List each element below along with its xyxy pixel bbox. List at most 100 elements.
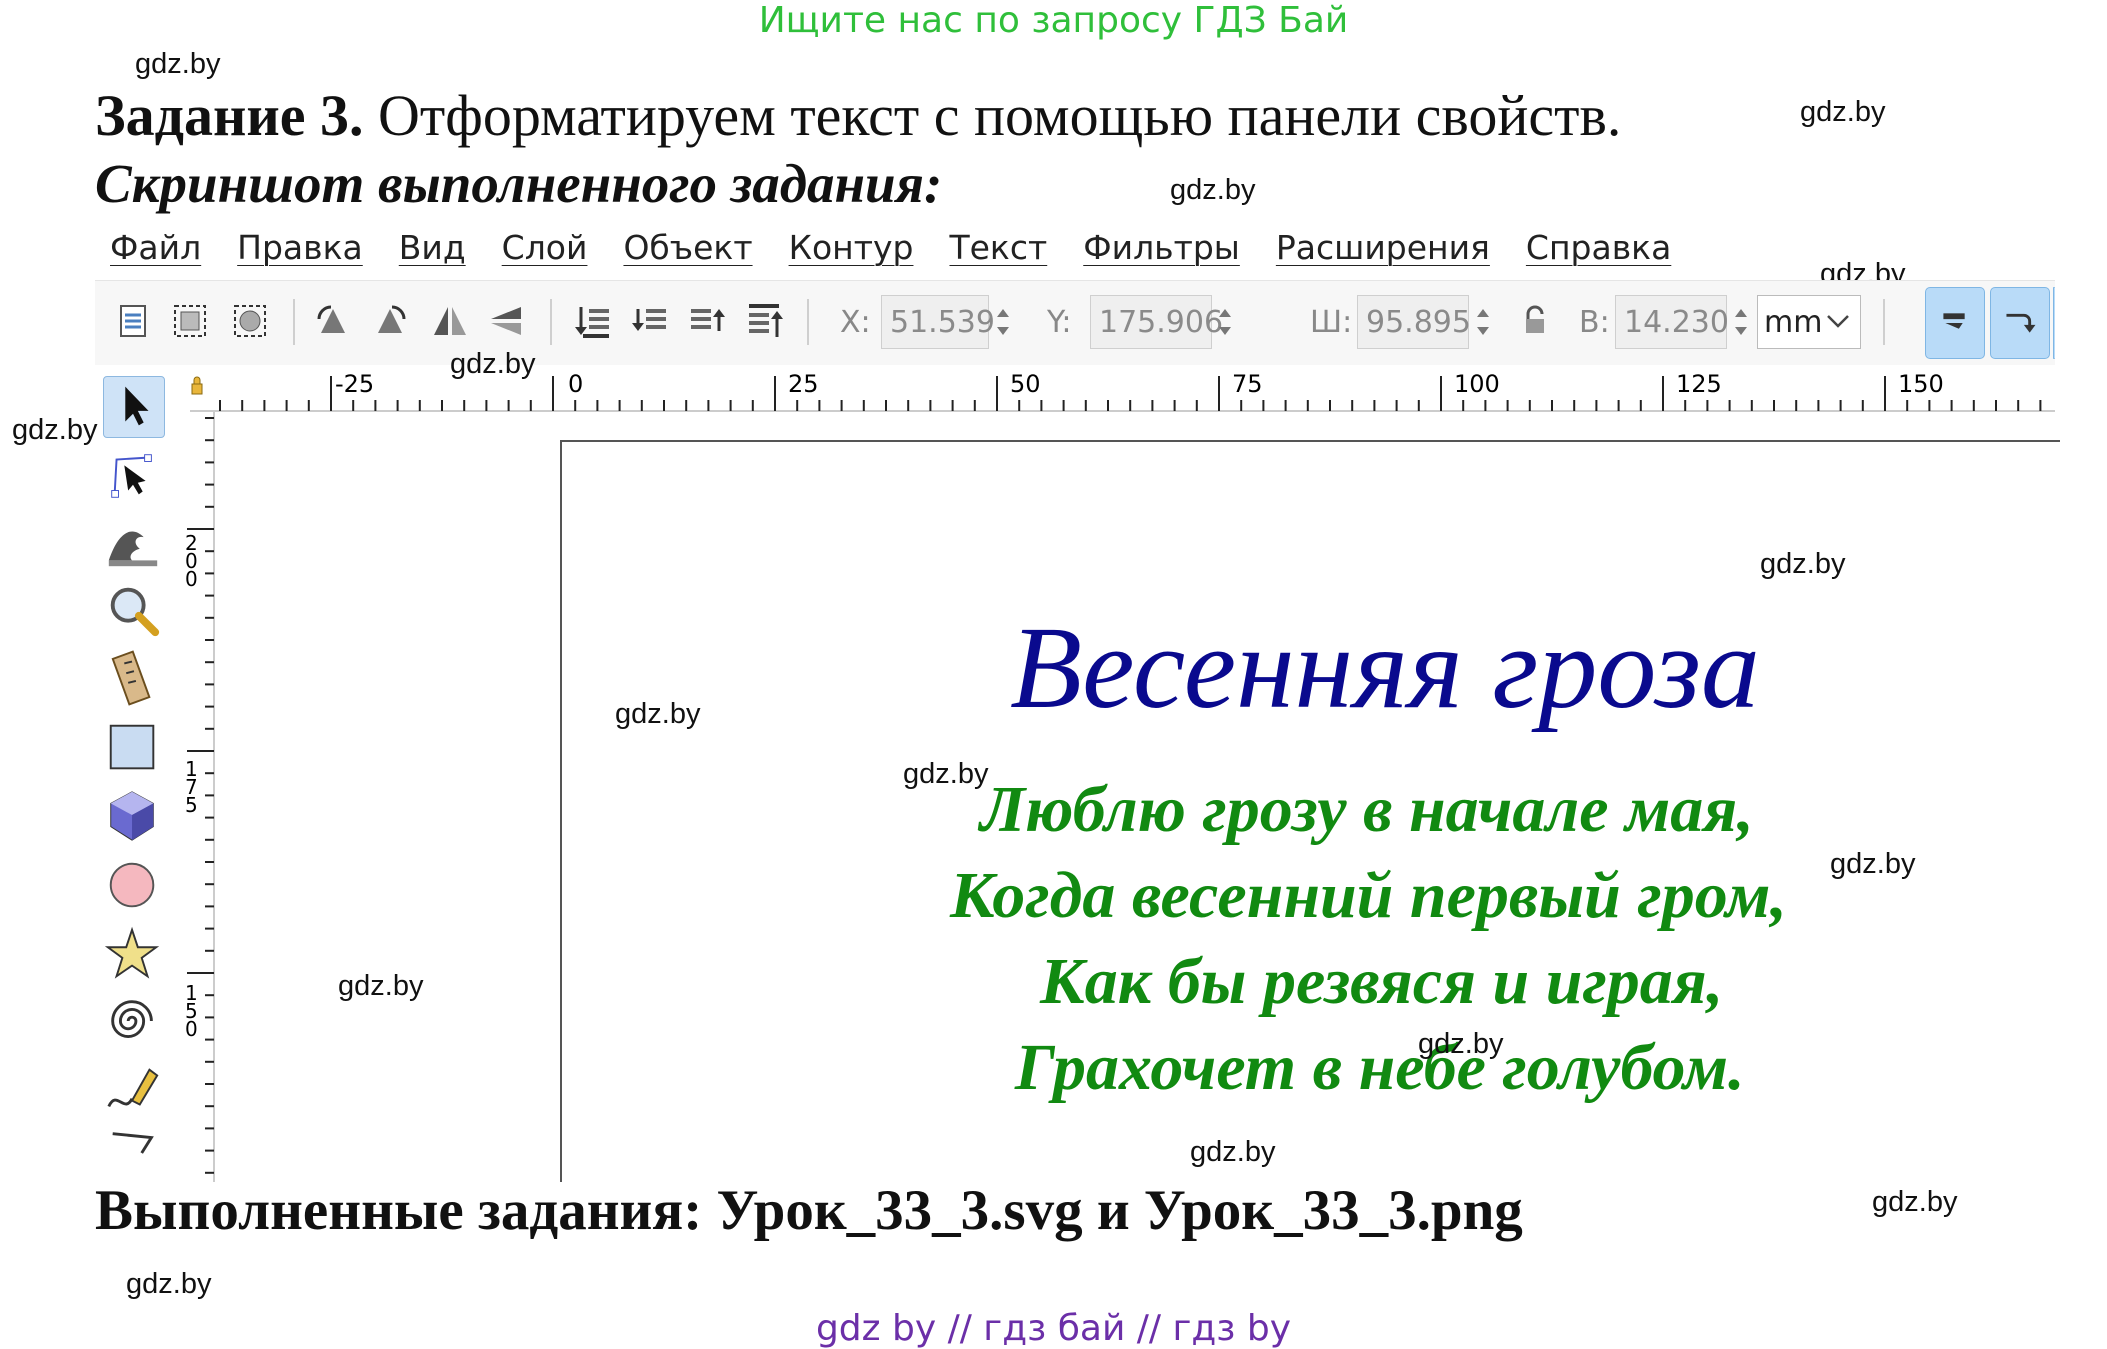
y-spinner-icon[interactable] <box>1213 295 1237 349</box>
watermark: gdz.by <box>338 970 424 1002</box>
menu-filters[interactable]: Фильтры <box>1083 228 1240 267</box>
lower-icon[interactable] <box>630 301 670 341</box>
watermark: gdz.by <box>1830 848 1916 880</box>
menu-object[interactable]: Объект <box>623 228 752 267</box>
menu-extensions[interactable]: Расширения <box>1276 228 1490 267</box>
pen-icon <box>112 1132 154 1154</box>
y-field[interactable]: 175.906 <box>1090 295 1223 349</box>
ruler-v-label: 200 <box>185 531 198 591</box>
spiral-tool-button[interactable] <box>103 992 165 1054</box>
width-field[interactable]: 95.895 <box>1357 295 1471 349</box>
poem-line[interactable]: Люблю грозу в начале мая, <box>980 772 1754 848</box>
tweak-tool-button[interactable] <box>103 512 165 574</box>
completed-files-line: Выполненные задания: Урок_33_3.svg и Уро… <box>95 1179 1523 1242</box>
ruler-h-label: 50 <box>1010 370 1041 398</box>
menu-view[interactable]: Вид <box>399 228 466 267</box>
lower-to-bottom-icon[interactable] <box>573 301 613 341</box>
scale-stroke-button[interactable] <box>1925 287 1985 359</box>
rotate-ccw-icon[interactable] <box>313 301 353 341</box>
deselect-icon[interactable] <box>230 301 270 341</box>
ruler-h-label: 150 <box>1898 370 1944 398</box>
h-label: В: <box>1579 305 1610 340</box>
poem-line[interactable]: Когда весенний первый гром, <box>950 858 1787 934</box>
watermark: gdz.by <box>12 414 98 446</box>
watermark: gdz.by <box>1190 1136 1276 1168</box>
ellipse-icon <box>109 862 155 908</box>
watermark: gdz.by <box>1800 96 1886 128</box>
selector-tool-button[interactable] <box>103 376 165 438</box>
scale-corners-button[interactable] <box>1990 287 2050 359</box>
scale-gradient-button[interactable] <box>2053 287 2055 359</box>
task-label: Задание 3. <box>95 83 364 148</box>
vertical-ruler: 200 175 150 <box>185 412 215 1182</box>
menu-help[interactable]: Справка <box>1526 228 1671 267</box>
scale-corners-icon <box>2006 313 2036 333</box>
ruler-h-label: -25 <box>335 370 375 398</box>
toolbar-separator <box>293 299 295 345</box>
w-label: Ш: <box>1310 305 1353 340</box>
task-text: Отформатируем текст с помощью панели сво… <box>363 83 1622 148</box>
node-editor-icon <box>111 454 152 498</box>
select-all-icon[interactable] <box>113 301 153 341</box>
x-field[interactable]: 51.539 <box>881 295 995 349</box>
poem-line[interactable]: Как бы резвяся и играя, <box>1040 944 1723 1020</box>
raise-icon[interactable] <box>687 301 727 341</box>
unit-value: mm <box>1764 305 1823 340</box>
x-spinner-icon[interactable] <box>991 295 1015 349</box>
rotate-cw-icon[interactable] <box>370 301 410 341</box>
watermark: gdz.by <box>450 348 536 380</box>
watermark: gdz.by <box>1170 174 1256 206</box>
w-spinner-icon[interactable] <box>1471 295 1495 349</box>
pencil-tool-button[interactable] <box>103 1060 165 1122</box>
x-label: X: <box>840 305 871 340</box>
watermark: gdz.by <box>1872 1186 1958 1218</box>
chevron-down-icon[interactable] <box>1820 303 1856 339</box>
screenshot-subtitle: Скриншот выполненного задания: <box>95 153 943 214</box>
menu-file[interactable]: Файл <box>110 228 201 267</box>
ruler-v-label: 150 <box>185 981 198 1041</box>
flip-horizontal-icon[interactable] <box>430 301 470 341</box>
menu-edit[interactable]: Правка <box>237 228 363 267</box>
ellipse-tool-button[interactable] <box>103 856 165 918</box>
node-tool-button[interactable] <box>103 446 165 508</box>
pen-tool-button[interactable] <box>103 1124 165 1164</box>
toolbar-separator <box>1883 299 1885 345</box>
menu-layer[interactable]: Слой <box>502 228 588 267</box>
h-spinner-icon[interactable] <box>1729 295 1753 349</box>
3d-box-icon <box>110 791 154 841</box>
raise-to-top-icon[interactable] <box>745 301 785 341</box>
pencil-icon <box>107 1068 159 1108</box>
bottom-banner: gdz by // гдз бай // гдз by <box>815 1308 1292 1349</box>
select-all-layers-icon[interactable] <box>170 301 210 341</box>
toolbar-separator <box>550 299 552 345</box>
ruler-h-label: 100 <box>1454 370 1500 398</box>
lock-icon[interactable] <box>1515 301 1555 341</box>
poem-title[interactable]: Весенняя гроза <box>0 600 2107 736</box>
arrow-cursor-icon <box>125 386 149 426</box>
ruler-h-label: 25 <box>788 370 819 398</box>
watermark: gdz.by <box>615 698 701 730</box>
star-tool-button[interactable] <box>103 924 165 986</box>
watermark: gdz.by <box>903 758 989 790</box>
scale-stroke-icon <box>1943 313 1965 329</box>
task-title: Задание 3. Отформатируем текст с помощью… <box>95 82 1621 149</box>
menu-path[interactable]: Контур <box>789 228 914 267</box>
menu-bar: Файл Правка Вид Слой Объект Контур Текст… <box>95 222 2070 272</box>
watermark: gdz.by <box>1760 548 1846 580</box>
tweak-icon <box>108 531 158 567</box>
ruler-h-label: 75 <box>1232 370 1263 398</box>
ruler-v-label: 175 <box>185 757 198 817</box>
height-field[interactable]: 14.230 <box>1615 295 1729 349</box>
y-label: Y: <box>1047 305 1072 340</box>
star-icon <box>104 926 160 979</box>
menu-text[interactable]: Текст <box>949 228 1047 267</box>
poem-line[interactable]: Грахочет в небе голубом. <box>1015 1030 1745 1106</box>
spiral-icon <box>111 1000 153 1038</box>
toolbar-separator <box>807 299 809 345</box>
top-banner: Ищите нас по запросу ГДЗ Бай <box>758 0 1349 41</box>
flip-vertical-icon[interactable] <box>487 301 527 341</box>
3d-box-tool-button[interactable] <box>103 786 165 848</box>
ruler-h-label: 0 <box>568 370 584 398</box>
watermark: gdz.by <box>135 48 221 80</box>
tool-controls-bar: X: 51.539 Y: 175.906 Ш: 95.895 В: 14.230… <box>95 280 2055 365</box>
